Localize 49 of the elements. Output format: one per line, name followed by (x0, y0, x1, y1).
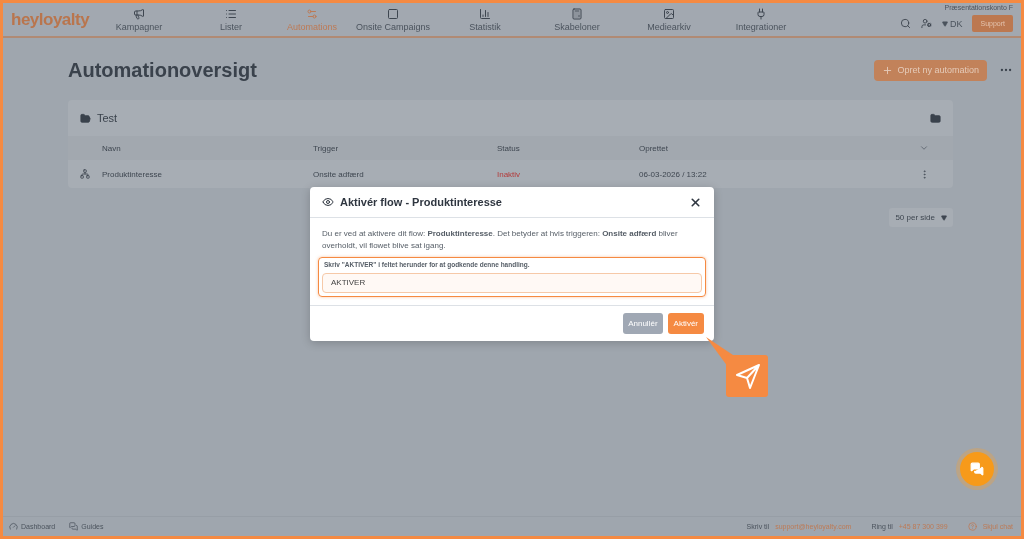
modal-message: Du er ved at aktivere dit flow: Produktinteresse. Det betyder at hvis triggeren: Onsite adfærd bliver overholdt, vil flowet blive sat igang. (322, 228, 679, 252)
nav-icon (663, 7, 675, 20)
page-title: Automationoversigt (68, 58, 257, 82)
guides-icon (69, 522, 79, 531)
cancel-button[interactable]: Annullér (623, 312, 663, 334)
folder-icon (80, 112, 91, 124)
nav-icon (306, 7, 318, 20)
nav-item[interactable]: Integrationer (715, 7, 807, 32)
nav-item[interactable]: Statistik (439, 7, 531, 32)
flow-icon (80, 169, 90, 179)
activate-button[interactable]: Aktivér (667, 312, 704, 334)
caret-icon (941, 214, 947, 221)
search-icon[interactable] (899, 18, 911, 29)
status-text: Inaktiv (497, 169, 522, 179)
chat-icon (970, 462, 984, 476)
column-header: Oprettet (639, 143, 669, 153)
nav-icon (225, 7, 237, 20)
plus-icon (882, 64, 894, 76)
caret-icon (941, 20, 948, 27)
language-selector[interactable]: DK (941, 18, 963, 29)
nav-icon (133, 7, 145, 20)
nav-item[interactable]: Mediearkiv (623, 7, 715, 32)
table-cell-text: 06-03-2026 / 13:22 (639, 169, 708, 179)
dashboard-icon (9, 522, 18, 531)
eye-icon (322, 196, 334, 208)
column-header: Navn (102, 143, 122, 153)
nav-icon (571, 7, 583, 20)
nav-item[interactable]: Onsite Campaigns (347, 7, 439, 32)
table-cell-text: Produktinteresse (102, 169, 164, 179)
brand-logo: heyloyalty (11, 9, 91, 30)
help-icon (967, 522, 977, 531)
per-page-select[interactable]: 50 per side (889, 208, 953, 227)
table-cell-text: Onsite adfærd (313, 169, 365, 179)
nav-icon (387, 7, 399, 20)
modal-title: Aktivér flow - Produktinteresse (340, 196, 502, 208)
chat-button[interactable] (960, 452, 994, 486)
folder-name: Test (97, 112, 118, 124)
column-header: Trigger (313, 143, 340, 153)
create-automation-button[interactable]: Opret ny automation (874, 59, 987, 81)
nav-icon (479, 7, 491, 20)
column-header: Status (497, 143, 521, 153)
nav-icon (755, 7, 767, 20)
user-settings-icon[interactable] (920, 18, 932, 29)
folder-icon[interactable] (930, 112, 941, 124)
close-button[interactable] (689, 195, 702, 209)
nav-item[interactable]: Kampagner (93, 7, 185, 32)
confirm-input[interactable]: AKTIVER (322, 272, 702, 293)
nav-item[interactable]: Lister (185, 7, 277, 32)
nav-item[interactable]: Skabeloner (531, 7, 623, 32)
